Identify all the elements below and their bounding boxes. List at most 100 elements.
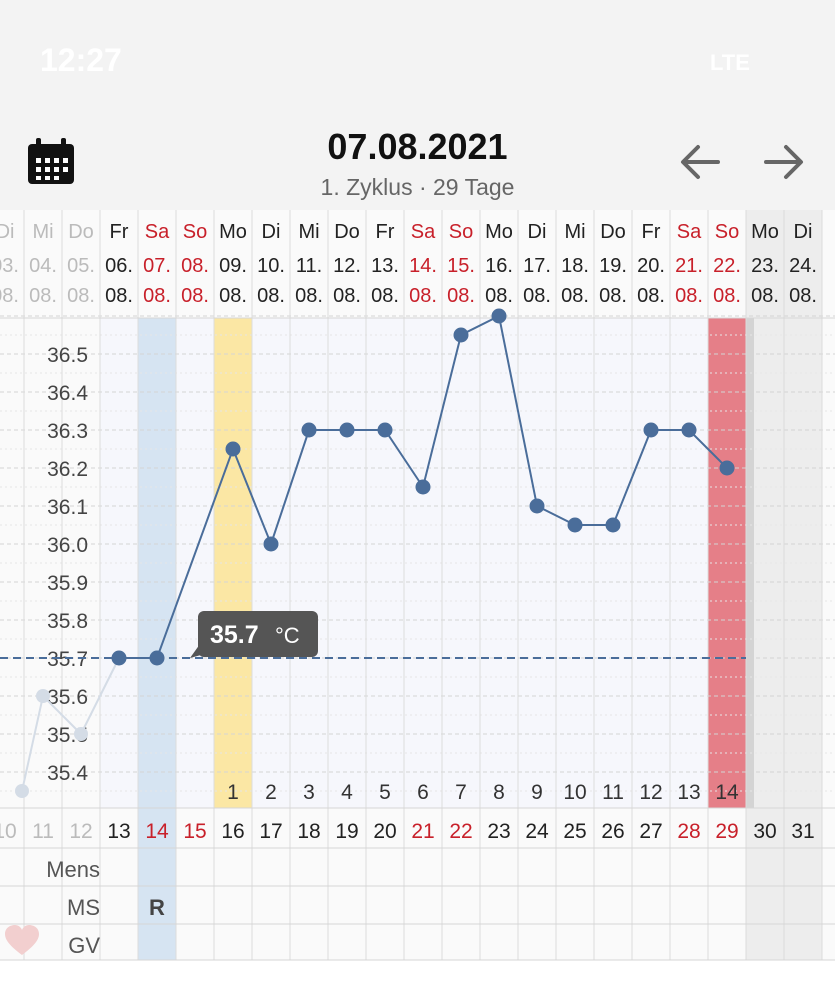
- month-label: 08.: [29, 285, 57, 307]
- month-label: 08.: [219, 285, 247, 307]
- weekday-label: Mi: [564, 221, 585, 243]
- temperature-point: [453, 327, 469, 343]
- weekday-label: Do: [600, 221, 626, 243]
- cycle-day-number: 25: [563, 820, 586, 843]
- month-label: 08.: [409, 285, 437, 307]
- y-tick-label: 36.0: [47, 534, 88, 557]
- month-label: 08.: [561, 285, 589, 307]
- month-label: 08.: [675, 285, 703, 307]
- previous-cycle-point: [74, 727, 88, 741]
- weekday-label: Do: [334, 221, 360, 243]
- date-label: 12.: [333, 255, 361, 277]
- weekday-label: Sa: [411, 221, 436, 243]
- phase-day-number: 8: [493, 781, 505, 804]
- month-label: 08.: [181, 285, 209, 307]
- weekday-label: Di: [262, 221, 281, 243]
- temperature-point: [339, 422, 355, 438]
- weekday-label: Fr: [642, 221, 661, 243]
- weekday-label: So: [715, 221, 739, 243]
- y-tick-label: 35.4: [47, 762, 88, 785]
- weekday-label: Mo: [219, 221, 247, 243]
- month-label: 08.: [447, 285, 475, 307]
- cycle-day-number: 13: [107, 820, 130, 843]
- cycle-day-number: 19: [335, 820, 358, 843]
- row-label-ms: MS: [67, 895, 100, 920]
- phase-day-number: 9: [531, 781, 543, 804]
- row-label-mens: Mens: [46, 857, 100, 882]
- temperature-point: [681, 422, 697, 438]
- header: 07.08.2021 1. Zyklus · 29 Tage: [0, 120, 835, 210]
- date-label: 08.: [181, 255, 209, 277]
- phase-day-number: 13: [677, 781, 700, 804]
- weekday-label: Sa: [145, 221, 170, 243]
- weekday-label: Di: [0, 221, 14, 243]
- date-label: 20.: [637, 255, 665, 277]
- date-label: 23.: [751, 255, 779, 277]
- cycle-day-number: 27: [639, 820, 662, 843]
- phase-day-number: 1: [227, 781, 239, 804]
- month-label: 08.: [105, 285, 133, 307]
- date-label: 06.: [105, 255, 133, 277]
- month-label: 08.: [143, 285, 171, 307]
- month-label: 08.: [599, 285, 627, 307]
- arrow-right-icon[interactable]: [762, 142, 806, 182]
- weekday-label: Di: [528, 221, 547, 243]
- month-label: 08.: [485, 285, 513, 307]
- cycle-day-number: 24: [525, 820, 549, 843]
- date-label: 10.: [257, 255, 285, 277]
- temperature-chart: Di 03. 08. Mi 04. 08. Do 05. 08. Fr 06. 08. Sa 07. 08.…: [0, 210, 835, 961]
- temperature-point: [225, 441, 241, 457]
- cycle-day-number: 28: [677, 820, 700, 843]
- date-label: 04.: [29, 255, 57, 277]
- cycle-day-number: 22: [449, 820, 472, 843]
- cycle-day-number: 12: [69, 820, 92, 843]
- date-label: 19.: [599, 255, 627, 277]
- weekday-label: Do: [68, 221, 94, 243]
- month-label: 08.: [523, 285, 551, 307]
- date-label: 16.: [485, 255, 513, 277]
- weekday-label: Fr: [376, 221, 395, 243]
- cycle-day-number: 17: [259, 820, 282, 843]
- date-label: 22.: [713, 255, 741, 277]
- row-label-gv: GV: [68, 933, 100, 958]
- date-label: 21.: [675, 255, 703, 277]
- temperature-point: [643, 422, 659, 438]
- weekday-label: Di: [794, 221, 813, 243]
- phase-day-number: 10: [563, 781, 586, 804]
- previous-cycle-point: [36, 689, 50, 703]
- temperature-point: [415, 479, 431, 495]
- temperature-point: [111, 650, 127, 666]
- phase-day-number: 2: [265, 781, 277, 804]
- date-label: 03.: [0, 255, 19, 277]
- cycle-day-number: 16: [221, 820, 244, 843]
- weekday-label: Sa: [677, 221, 702, 243]
- status-bar: 12:27 LTE: [0, 0, 835, 120]
- weekday-label: So: [183, 221, 207, 243]
- phase-day-number: 12: [639, 781, 662, 804]
- tooltip-value: 35.7: [210, 621, 259, 649]
- temperature-point: [605, 517, 621, 533]
- cycle-day-number: 10: [0, 820, 17, 843]
- network-label: LTE: [710, 50, 750, 75]
- date-label: 11.: [296, 255, 322, 277]
- month-label: 08.: [637, 285, 665, 307]
- cycle-day-number: 20: [373, 820, 396, 843]
- date-label: 17.: [523, 255, 551, 277]
- ms-entry: R: [149, 895, 165, 920]
- cycle-day-number: 26: [601, 820, 624, 843]
- weekday-label: Fr: [110, 221, 129, 243]
- arrow-left-icon[interactable]: [678, 142, 722, 182]
- date-label: 09.: [219, 255, 247, 277]
- phase-day-number: 14: [715, 781, 739, 804]
- date-label: 05.: [67, 255, 95, 277]
- temperature-point: [529, 498, 545, 514]
- month-label: 08.: [789, 285, 817, 307]
- temperature-point: [377, 422, 393, 438]
- phase-day-number: 3: [303, 781, 315, 804]
- status-time: 12:27: [40, 42, 122, 78]
- cycle-day-number: 29: [715, 820, 738, 843]
- month-label: 08.: [333, 285, 361, 307]
- y-tick-label: 35.9: [47, 572, 88, 595]
- cycle-day-number: 23: [487, 820, 510, 843]
- cycle-day-number: 15: [183, 820, 206, 843]
